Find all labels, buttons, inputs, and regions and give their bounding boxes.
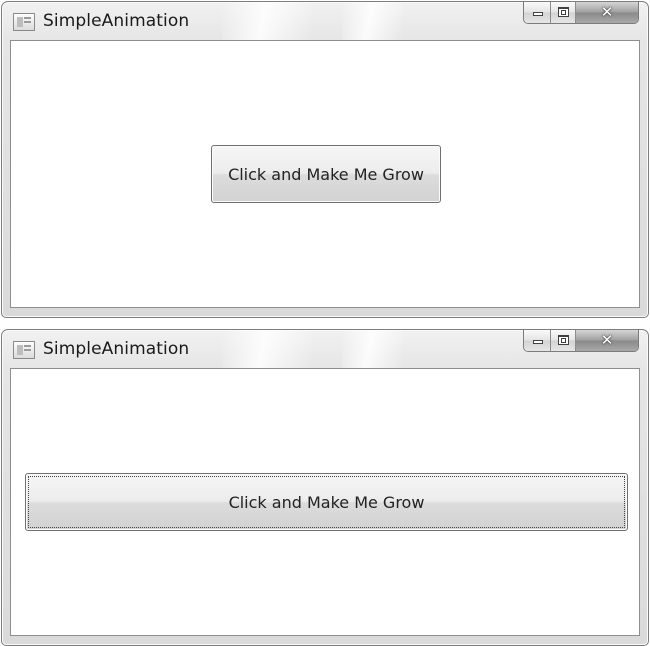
close-icon: ✕ [600, 3, 614, 21]
app-window-initial: SimpleAnimation ✕ Click and Make Me Grow [1, 1, 649, 318]
title-bar-highlight [342, 330, 402, 370]
maximize-button[interactable] [551, 2, 576, 23]
grow-button-label: Click and Make Me Grow [228, 492, 425, 512]
title-bar-highlight [342, 2, 402, 42]
minimize-icon [533, 12, 543, 16]
minimize-icon [533, 340, 543, 344]
close-button[interactable]: ✕ [576, 2, 638, 23]
grow-button[interactable]: Click and Make Me Grow [211, 145, 441, 203]
caption-buttons: ✕ [523, 330, 639, 352]
title-bar-highlight [222, 2, 312, 42]
window-title: SimpleAnimation [43, 339, 190, 359]
close-icon: ✕ [600, 331, 614, 349]
app-icon[interactable] [13, 13, 35, 31]
grow-button-label: Click and Make Me Grow [228, 164, 424, 184]
grow-button[interactable]: Click and Make Me Grow [25, 473, 628, 531]
title-bar-highlight [222, 330, 312, 370]
close-button[interactable]: ✕ [576, 330, 638, 351]
minimize-button[interactable] [524, 2, 551, 23]
window-title: SimpleAnimation [43, 11, 190, 31]
app-icon[interactable] [13, 341, 35, 359]
maximize-button[interactable] [551, 330, 576, 351]
client-area: Click and Make Me Grow [10, 368, 640, 636]
maximize-icon [558, 335, 569, 345]
app-window-grown: SimpleAnimation ✕ Click and Make Me Grow [1, 329, 649, 646]
client-area: Click and Make Me Grow [10, 40, 640, 308]
maximize-icon [558, 7, 569, 17]
caption-buttons: ✕ [523, 2, 639, 24]
minimize-button[interactable] [524, 330, 551, 351]
